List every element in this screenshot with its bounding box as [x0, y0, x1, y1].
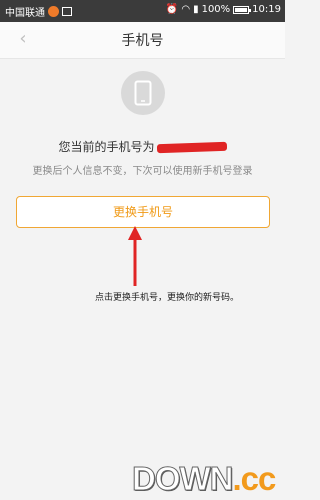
notification-badge-icon — [48, 6, 59, 17]
wifi-icon: ◠ — [181, 4, 191, 15]
alarm-icon: ⏰ — [165, 4, 179, 15]
status-right: ⏰ ◠ ▮ 100% 10:19 — [166, 4, 281, 15]
battery-icon — [233, 5, 252, 14]
phone-icon — [121, 71, 165, 115]
status-left: 中国联通 — [5, 4, 72, 19]
current-number-line: 您当前的手机号为 — [0, 138, 285, 155]
hint-text: 更换后个人信息不变，下次可以使用新手机号登录 — [32, 166, 253, 177]
signal-icon: ▮ — [193, 4, 199, 15]
battery-percent: 100% — [201, 4, 231, 15]
carrier-label: 中国联通 — [5, 8, 45, 19]
nav-bar: ‹ 手机号 — [0, 22, 285, 59]
change-number-button[interactable]: 更换手机号 — [16, 196, 270, 228]
clock: 10:19 — [252, 4, 281, 15]
annotation-arrow — [128, 226, 142, 286]
image-notification-icon — [62, 7, 72, 16]
status-bar: 中国联通 ⏰ ◠ ▮ 100% 10:19 — [0, 0, 285, 22]
page-title: 手机号 — [121, 33, 164, 49]
annotation-text: 点击更换手机号，更换你的新号码。 — [95, 293, 240, 303]
redacted-number — [156, 141, 227, 154]
current-number-label: 您当前的手机号为 — [58, 140, 155, 154]
watermark-logo: DOWN.cc — [131, 460, 276, 498]
